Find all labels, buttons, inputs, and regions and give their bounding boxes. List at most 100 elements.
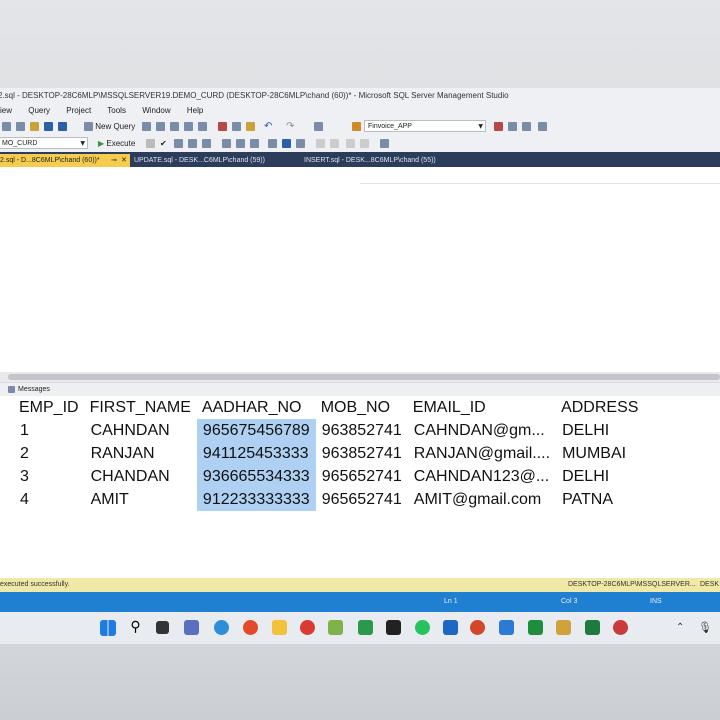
cell-emp-id[interactable]: 4 bbox=[14, 488, 85, 511]
app-icon-2[interactable] bbox=[214, 620, 229, 635]
toolbox-icon[interactable] bbox=[522, 121, 531, 132]
cell-email-id[interactable]: CAHNDAN@gm... bbox=[408, 419, 556, 442]
outlook-icon[interactable] bbox=[443, 620, 458, 635]
uncomment-icon[interactable] bbox=[330, 138, 339, 149]
cell-aadhar-no[interactable]: 965675456789 bbox=[196, 419, 316, 442]
cell-mob-no[interactable]: 963852741 bbox=[316, 442, 408, 465]
copy-icon[interactable] bbox=[232, 121, 241, 132]
query-icon-4[interactable] bbox=[184, 121, 193, 132]
stop-icon[interactable] bbox=[146, 138, 155, 149]
cell-mob-no[interactable]: 963852741 bbox=[316, 419, 408, 442]
save-icon[interactable] bbox=[44, 121, 53, 132]
cell-email-id[interactable]: CAHNDAN123@... bbox=[408, 465, 556, 488]
menu-window[interactable]: Window bbox=[142, 106, 170, 115]
window-layout-icon[interactable] bbox=[538, 121, 547, 132]
column-header[interactable]: MOB_NO bbox=[316, 396, 408, 419]
cell-address[interactable]: DELHI bbox=[556, 419, 644, 442]
cell-email-id[interactable]: RANJAN@gmail.... bbox=[408, 442, 556, 465]
microphone-icon[interactable]: 🎙 bbox=[698, 620, 713, 635]
open-icon[interactable] bbox=[30, 121, 39, 132]
save-all-icon[interactable] bbox=[58, 121, 67, 132]
chrome-icon-2[interactable] bbox=[300, 620, 315, 635]
tab-messages[interactable]: Messages bbox=[8, 383, 50, 396]
cell-address[interactable]: DELHI bbox=[556, 465, 644, 488]
new-file-icon[interactable] bbox=[16, 121, 25, 132]
query-icon-3[interactable] bbox=[170, 121, 179, 132]
cell-first-name[interactable]: AMIT bbox=[85, 488, 197, 511]
parse-checkmark-icon[interactable]: ✔ bbox=[160, 138, 167, 149]
cut-icon[interactable] bbox=[218, 121, 227, 132]
query-icon-5[interactable] bbox=[198, 121, 207, 132]
query-editor[interactable] bbox=[0, 167, 720, 372]
query-icon-2[interactable] bbox=[156, 121, 165, 132]
column-header[interactable]: AADHAR_NO bbox=[197, 396, 316, 419]
scrollbar-thumb[interactable] bbox=[8, 374, 720, 380]
excel-icon[interactable] bbox=[585, 620, 600, 635]
app-icon-3[interactable] bbox=[328, 620, 343, 635]
cell-mob-no[interactable]: 965652741 bbox=[316, 465, 408, 488]
available-databases-dropdown[interactable]: MO_CURD ▼ bbox=[0, 137, 88, 149]
powerpoint-icon[interactable] bbox=[470, 620, 485, 635]
search-icon[interactable]: ⚲ bbox=[128, 620, 143, 635]
column-header[interactable]: EMAIL_ID bbox=[408, 396, 556, 419]
results-to-icon-1[interactable] bbox=[174, 138, 183, 149]
cell-address[interactable]: PATNA bbox=[556, 488, 644, 511]
chrome-icon[interactable] bbox=[243, 620, 258, 635]
cell-aadhar-no[interactable]: 912233333333 bbox=[196, 488, 316, 511]
close-icon[interactable]: ✕ bbox=[121, 154, 127, 167]
properties-icon[interactable] bbox=[494, 121, 503, 132]
tab-2-sql[interactable]: 2.sql - D...8C6MLP\chand (60))* ⊸ ✕ bbox=[0, 154, 130, 167]
task-view-icon[interactable] bbox=[156, 621, 169, 634]
redo-icon[interactable]: ↷ bbox=[286, 121, 294, 132]
menu-view[interactable]: iew bbox=[0, 106, 12, 115]
results-to-icon-2[interactable] bbox=[188, 138, 197, 149]
app-icon-5[interactable] bbox=[386, 620, 401, 635]
cell-aadhar-no[interactable]: 936665534333 bbox=[196, 465, 316, 488]
editor-horizontal-scrollbar[interactable] bbox=[0, 372, 720, 382]
cell-mob-no[interactable]: 965652741 bbox=[316, 488, 408, 511]
paste-icon[interactable] bbox=[246, 121, 255, 132]
app-icon-4[interactable] bbox=[358, 620, 373, 635]
cell-first-name[interactable]: RANJAN bbox=[85, 442, 197, 465]
activity-monitor-icon[interactable] bbox=[314, 121, 323, 132]
cell-emp-id[interactable]: 1 bbox=[14, 419, 85, 442]
app-icon-7[interactable] bbox=[528, 620, 543, 635]
undo-icon[interactable]: ↶ bbox=[264, 121, 272, 132]
new-query-button[interactable]: New Query bbox=[84, 121, 135, 132]
cell-aadhar-no[interactable]: 941125453333 bbox=[196, 442, 316, 465]
outdent-icon[interactable] bbox=[360, 138, 369, 149]
app-icon-1[interactable] bbox=[184, 620, 199, 635]
chevron-up-icon[interactable]: ⌃ bbox=[676, 620, 691, 635]
menu-tools[interactable]: Tools bbox=[107, 106, 126, 115]
menu-help[interactable]: Help bbox=[187, 106, 203, 115]
tab-insert-sql[interactable]: INSERT.sql - DESK...8C6MLP\chand (55)) bbox=[304, 154, 436, 167]
start-icon[interactable] bbox=[100, 620, 116, 636]
cell-emp-id[interactable]: 3 bbox=[14, 465, 85, 488]
tab-update-sql[interactable]: UPDATE.sql - DESK...C6MLP\chand (59)) bbox=[134, 154, 265, 167]
cell-first-name[interactable]: CHANDAN bbox=[85, 465, 197, 488]
back-icon[interactable] bbox=[2, 121, 11, 132]
query-icon-1[interactable] bbox=[142, 121, 151, 132]
column-header[interactable]: FIRST_NAME bbox=[85, 396, 197, 419]
menu-project[interactable]: Project bbox=[66, 106, 91, 115]
plan-icon-1[interactable] bbox=[222, 138, 231, 149]
app-icon-6[interactable] bbox=[499, 620, 514, 635]
pin-icon[interactable]: ⊸ bbox=[111, 154, 117, 167]
solution-config-dropdown[interactable]: Finvoice_APP ▼ bbox=[364, 120, 486, 132]
cell-address[interactable]: MUMBAI bbox=[556, 442, 644, 465]
file-explorer-icon[interactable] bbox=[272, 620, 287, 635]
comment-icon[interactable] bbox=[316, 138, 325, 149]
text-results-icon[interactable] bbox=[268, 138, 277, 149]
whatsapp-icon[interactable] bbox=[415, 620, 430, 635]
cell-first-name[interactable]: CAHNDAN bbox=[85, 419, 197, 442]
file-results-icon[interactable] bbox=[296, 138, 305, 149]
app-icon-8[interactable] bbox=[613, 620, 628, 635]
grid-results-icon[interactable] bbox=[282, 138, 291, 149]
execute-button[interactable]: ▶ Execute bbox=[98, 138, 135, 149]
results-to-icon-3[interactable] bbox=[202, 138, 211, 149]
sql-server-icon[interactable] bbox=[556, 620, 571, 635]
plan-icon-3[interactable] bbox=[250, 138, 259, 149]
cell-email-id[interactable]: AMIT@gmail.com bbox=[408, 488, 556, 511]
cell-emp-id[interactable]: 2 bbox=[14, 442, 85, 465]
menu-query[interactable]: Query bbox=[28, 106, 50, 115]
